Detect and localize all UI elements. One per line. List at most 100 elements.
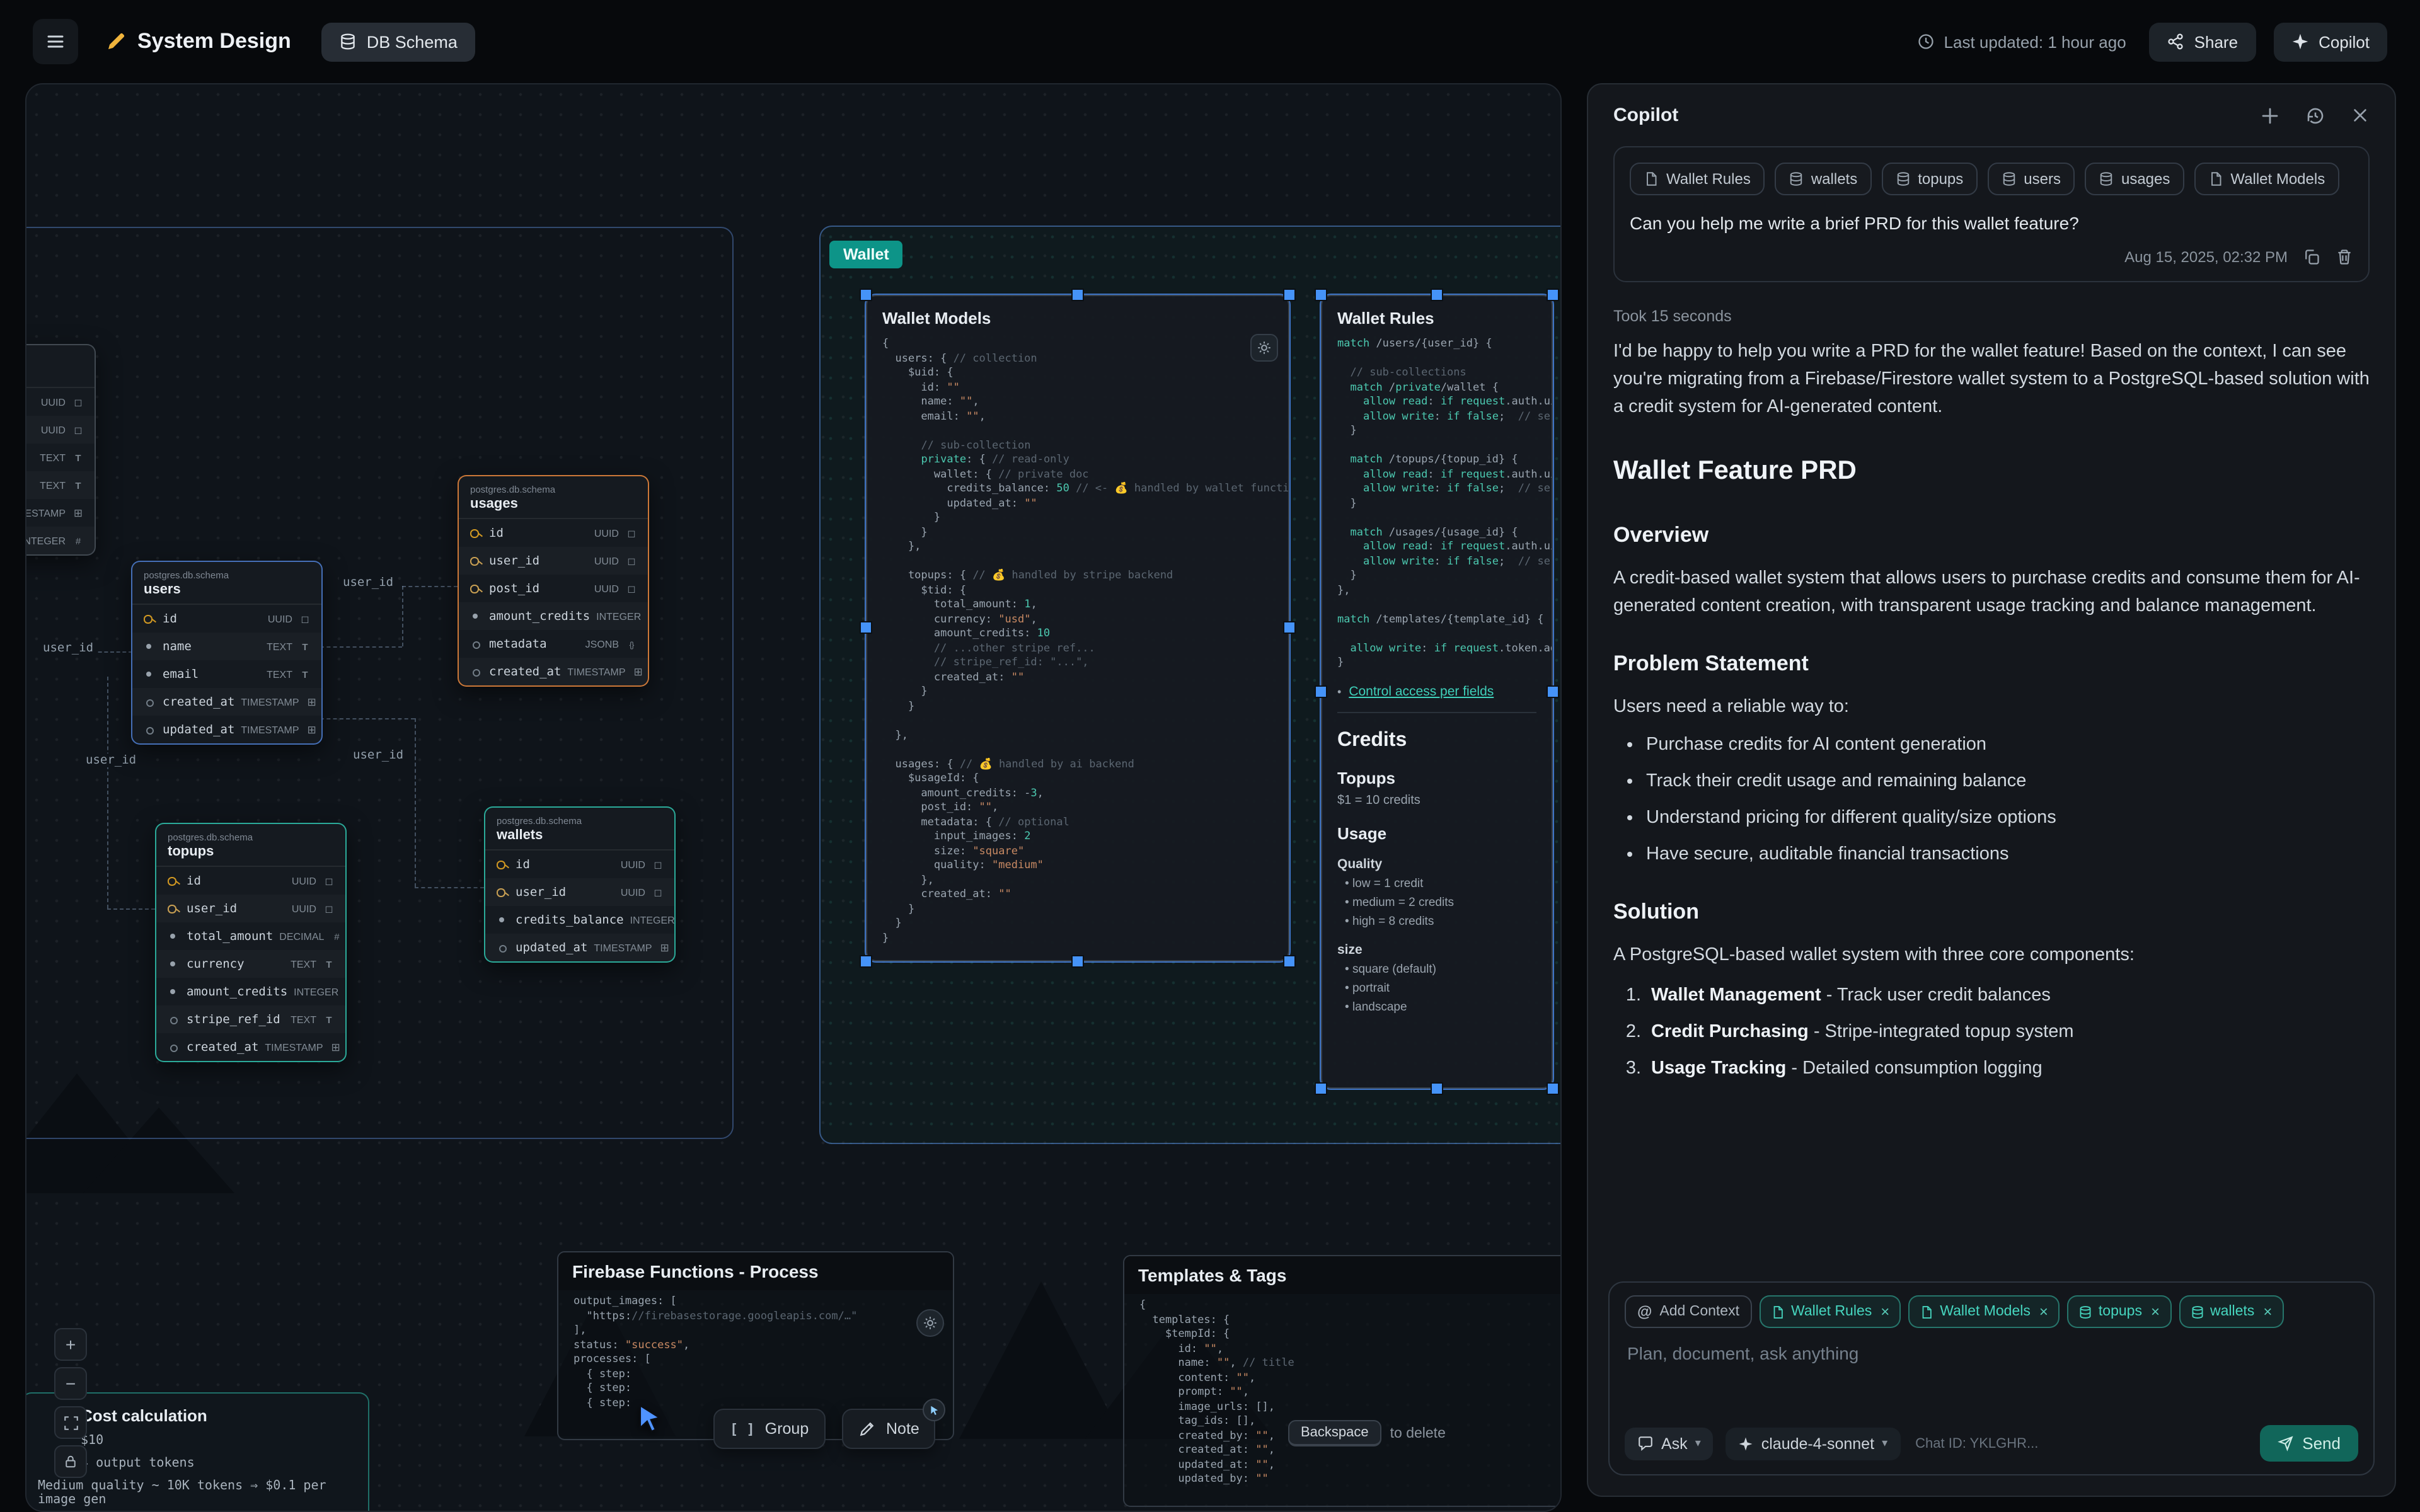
- selection-handle[interactable]: [860, 955, 872, 968]
- table-field-row[interactable]: stripe_ref_id TEXT: [156, 1005, 345, 1033]
- copilot-button[interactable]: Copilot: [2273, 22, 2387, 61]
- pencil-emoji-icon: [106, 32, 126, 52]
- table-topups[interactable]: postgres.db.schema topups id UUID user_i…: [155, 823, 347, 1062]
- group-tool-button[interactable]: [ ] Group: [713, 1409, 825, 1449]
- selection-handle[interactable]: [1315, 289, 1327, 301]
- context-chip[interactable]: Wallet Rules: [1630, 163, 1765, 195]
- table-field-row[interactable]: post_id UUID: [459, 575, 648, 602]
- control-access-link[interactable]: Control access per fields: [1349, 684, 1494, 699]
- remove-context-icon[interactable]: ×: [1881, 1303, 1889, 1320]
- table-name: topups: [168, 844, 334, 859]
- table-field-row[interactable]: amount_credits INTEGER: [459, 602, 648, 630]
- wallet-rules-card[interactable]: Wallet Rules match /users/{user_id} { //…: [1321, 295, 1553, 1089]
- table-field-row[interactable]: metadata JSONB: [459, 630, 648, 658]
- selection-handle[interactable]: [1071, 289, 1084, 301]
- table-field-row[interactable]: UUID: [25, 388, 95, 416]
- share-button[interactable]: Share: [2149, 22, 2256, 61]
- wallet-group-label[interactable]: Wallet: [829, 241, 903, 268]
- new-chat-button[interactable]: [2260, 105, 2280, 125]
- chat-input[interactable]: [1625, 1341, 2358, 1414]
- quality-list: low = 1 creditmedium = 2 creditshigh = 8…: [1337, 876, 1536, 928]
- context-chip[interactable]: usages: [2085, 163, 2184, 195]
- table-field-row[interactable]: credits_balance INTEGER: [485, 906, 674, 934]
- card-settings-button[interactable]: [1250, 334, 1278, 362]
- remove-context-icon[interactable]: ×: [2039, 1303, 2048, 1320]
- send-button[interactable]: Send: [2259, 1425, 2358, 1462]
- remove-context-icon[interactable]: ×: [2263, 1303, 2272, 1320]
- table-field-row[interactable]: user_id UUID: [156, 895, 345, 922]
- selection-handle[interactable]: [860, 621, 872, 634]
- model-selector[interactable]: claude-4-sonnet ▾: [1726, 1427, 1900, 1460]
- selection-handle[interactable]: [1547, 1082, 1559, 1095]
- zoom-in-button[interactable]: +: [54, 1328, 87, 1361]
- table-field-row[interactable]: updated_at TIMESTAMP: [485, 934, 674, 961]
- diagram-canvas[interactable]: Wallet user_id user_id user_id user_id: [25, 83, 1562, 1512]
- table-field-row[interactable]: id UUID: [132, 605, 321, 633]
- fit-view-button[interactable]: [54, 1406, 87, 1439]
- table-field-row[interactable]: created_at TIMESTAMP: [132, 688, 321, 716]
- chat-messages[interactable]: Wallet Rules wallets topups: [1588, 139, 2395, 1266]
- table-field-row[interactable]: id UUID: [156, 867, 345, 895]
- table-usages[interactable]: postgres.db.schema usages id UUID user_i…: [458, 475, 649, 687]
- composer-context-chip[interactable]: Wallet Rules ×: [1760, 1295, 1901, 1328]
- field-icon: [469, 637, 483, 651]
- table-field-row[interactable]: total_amount DECIMAL: [156, 922, 345, 950]
- cursor-tool[interactable]: [634, 1402, 667, 1435]
- table-field-row[interactable]: user_id UUID: [459, 547, 648, 575]
- selection-handle[interactable]: [1315, 1082, 1327, 1095]
- table-field-row[interactable]: UUID: [25, 416, 95, 444]
- zoom-out-button[interactable]: −: [54, 1367, 87, 1400]
- composer-context-chip[interactable]: topups ×: [2067, 1295, 2171, 1328]
- selection-handle[interactable]: [1431, 1082, 1443, 1095]
- table-field-row[interactable]: id UUID: [459, 519, 648, 547]
- wallet-models-card[interactable]: Wallet Models { users: { // collection $…: [866, 295, 1289, 961]
- table-field-row[interactable]: user_id UUID: [485, 878, 674, 906]
- table-field-row[interactable]: TEXT: [25, 471, 95, 499]
- table-field-row[interactable]: amount_credits INTEGER: [156, 978, 345, 1005]
- selection-handle[interactable]: [1283, 289, 1296, 301]
- templates-tags-card[interactable]: Templates & Tags { templates: { $tempId:…: [1123, 1255, 1562, 1507]
- composer-context-chip[interactable]: wallets ×: [2179, 1295, 2283, 1328]
- note-tool-button[interactable]: Note: [842, 1409, 936, 1449]
- tab-db-schema[interactable]: DB Schema: [321, 22, 475, 61]
- context-chip[interactable]: users: [1987, 163, 2075, 195]
- selection-handle[interactable]: [1283, 621, 1296, 634]
- selection-handle[interactable]: [1315, 685, 1327, 698]
- history-button[interactable]: [2305, 105, 2325, 125]
- response-duration[interactable]: Took 15 seconds: [1613, 307, 2370, 325]
- table-field-row[interactable]: currency TEXT: [156, 950, 345, 978]
- table-field-row[interactable]: created_at TIMESTAMP: [459, 658, 648, 685]
- table-field-row[interactable]: email TEXT: [132, 660, 321, 688]
- table-field-row[interactable]: TIMESTAMP: [25, 499, 95, 527]
- add-context-button[interactable]: @ Add Context: [1625, 1295, 1752, 1328]
- table-field-row[interactable]: id UUID: [485, 850, 674, 878]
- close-panel-button[interactable]: [2351, 105, 2370, 125]
- remove-context-icon[interactable]: ×: [2151, 1303, 2160, 1320]
- table-wallets[interactable]: postgres.db.schema wallets id UUID user_…: [484, 806, 676, 963]
- selection-handle[interactable]: [1547, 289, 1559, 301]
- selection-handle[interactable]: [1071, 955, 1084, 968]
- card-settings-button[interactable]: [916, 1309, 944, 1337]
- table-field-row[interactable]: TEXT: [25, 444, 95, 471]
- mode-selector[interactable]: Ask ▾: [1625, 1427, 1714, 1460]
- cost-line: 4 output tokens: [81, 1457, 353, 1470]
- table-partial[interactable]: UUID UUID TEXT: [25, 344, 96, 556]
- menu-button[interactable]: [33, 19, 78, 64]
- composer-context-chip[interactable]: Wallet Models ×: [1908, 1295, 2060, 1328]
- field-type: TEXT: [291, 1014, 316, 1025]
- table-field-row[interactable]: name TEXT: [132, 633, 321, 660]
- table-field-row[interactable]: INTEGER: [25, 527, 95, 554]
- context-chip[interactable]: wallets: [1775, 163, 1871, 195]
- delete-message-button[interactable]: [2336, 248, 2353, 266]
- context-chip[interactable]: topups: [1881, 163, 1977, 195]
- selection-handle[interactable]: [1431, 289, 1443, 301]
- table-users[interactable]: postgres.db.schema users id UUID name TE: [131, 561, 323, 745]
- table-field-row[interactable]: created_at TIMESTAMP: [156, 1033, 345, 1061]
- selection-handle[interactable]: [1283, 955, 1296, 968]
- copy-message-button[interactable]: [2303, 248, 2320, 266]
- context-chip[interactable]: Wallet Models: [2194, 163, 2339, 195]
- selection-handle[interactable]: [1547, 685, 1559, 698]
- selection-handle[interactable]: [860, 289, 872, 301]
- table-field-row[interactable]: updated_at TIMESTAMP: [132, 716, 321, 743]
- lock-button[interactable]: [54, 1445, 87, 1478]
